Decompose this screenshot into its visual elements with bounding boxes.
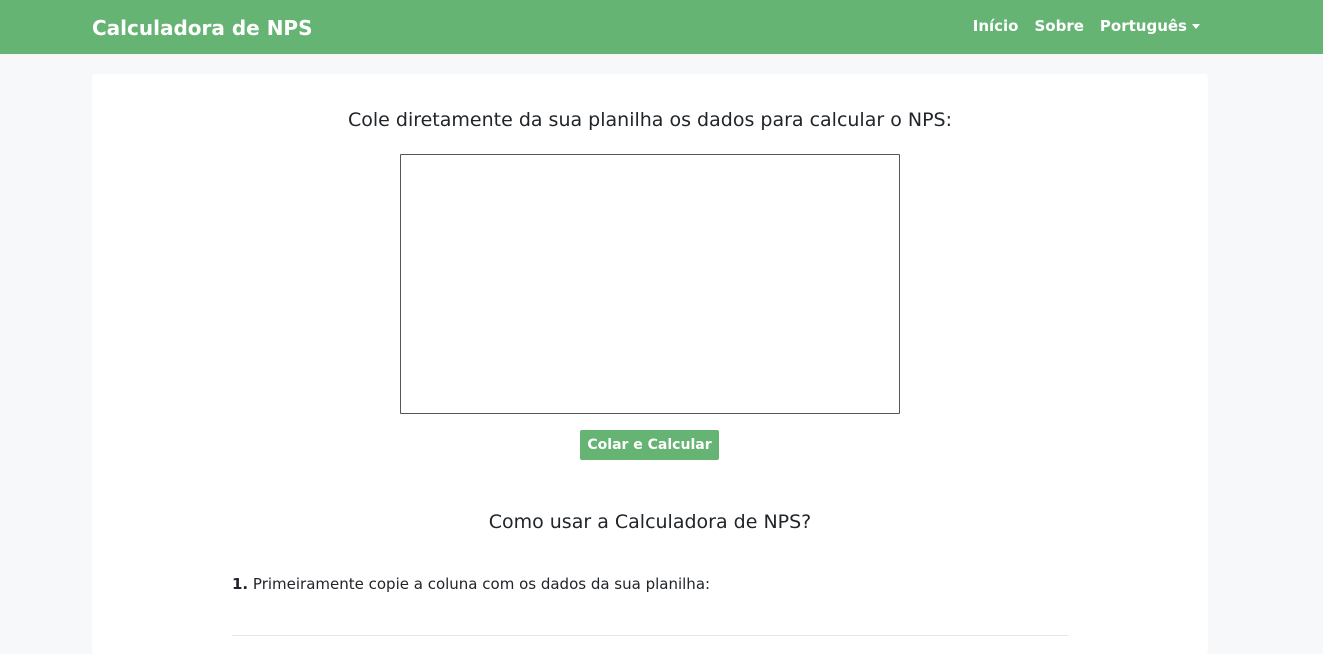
nav-links: Início Sobre Português [973,16,1200,36]
spreadsheet-data-textarea[interactable] [400,154,900,414]
paste-prompt: Cole diretamente da sua planilha os dado… [347,109,953,131]
section-divider [232,635,1068,636]
nav-link-inicio[interactable]: Início [973,16,1019,36]
nav-link-sobre[interactable]: Sobre [1035,16,1084,36]
language-dropdown[interactable]: Português [1100,16,1200,36]
paste-and-calculate-button[interactable]: Colar e Calcular [580,430,719,460]
brand-link[interactable]: Calculadora de NPS [92,15,313,41]
top-navbar: Calculadora de NPS Início Sobre Portuguê… [0,0,1323,54]
step-text: Primeiramente copie a coluna com os dado… [252,575,711,593]
step-number: 1. [232,575,249,593]
main-card: Cole diretamente da sua planilha os dado… [92,74,1208,654]
caret-down-icon [1192,24,1200,29]
step-item: 1. Primeiramente copie a coluna com os d… [232,574,710,594]
language-dropdown-label: Português [1099,17,1187,35]
howto-title: Como usar a Calculadora de NPS? [488,511,812,533]
